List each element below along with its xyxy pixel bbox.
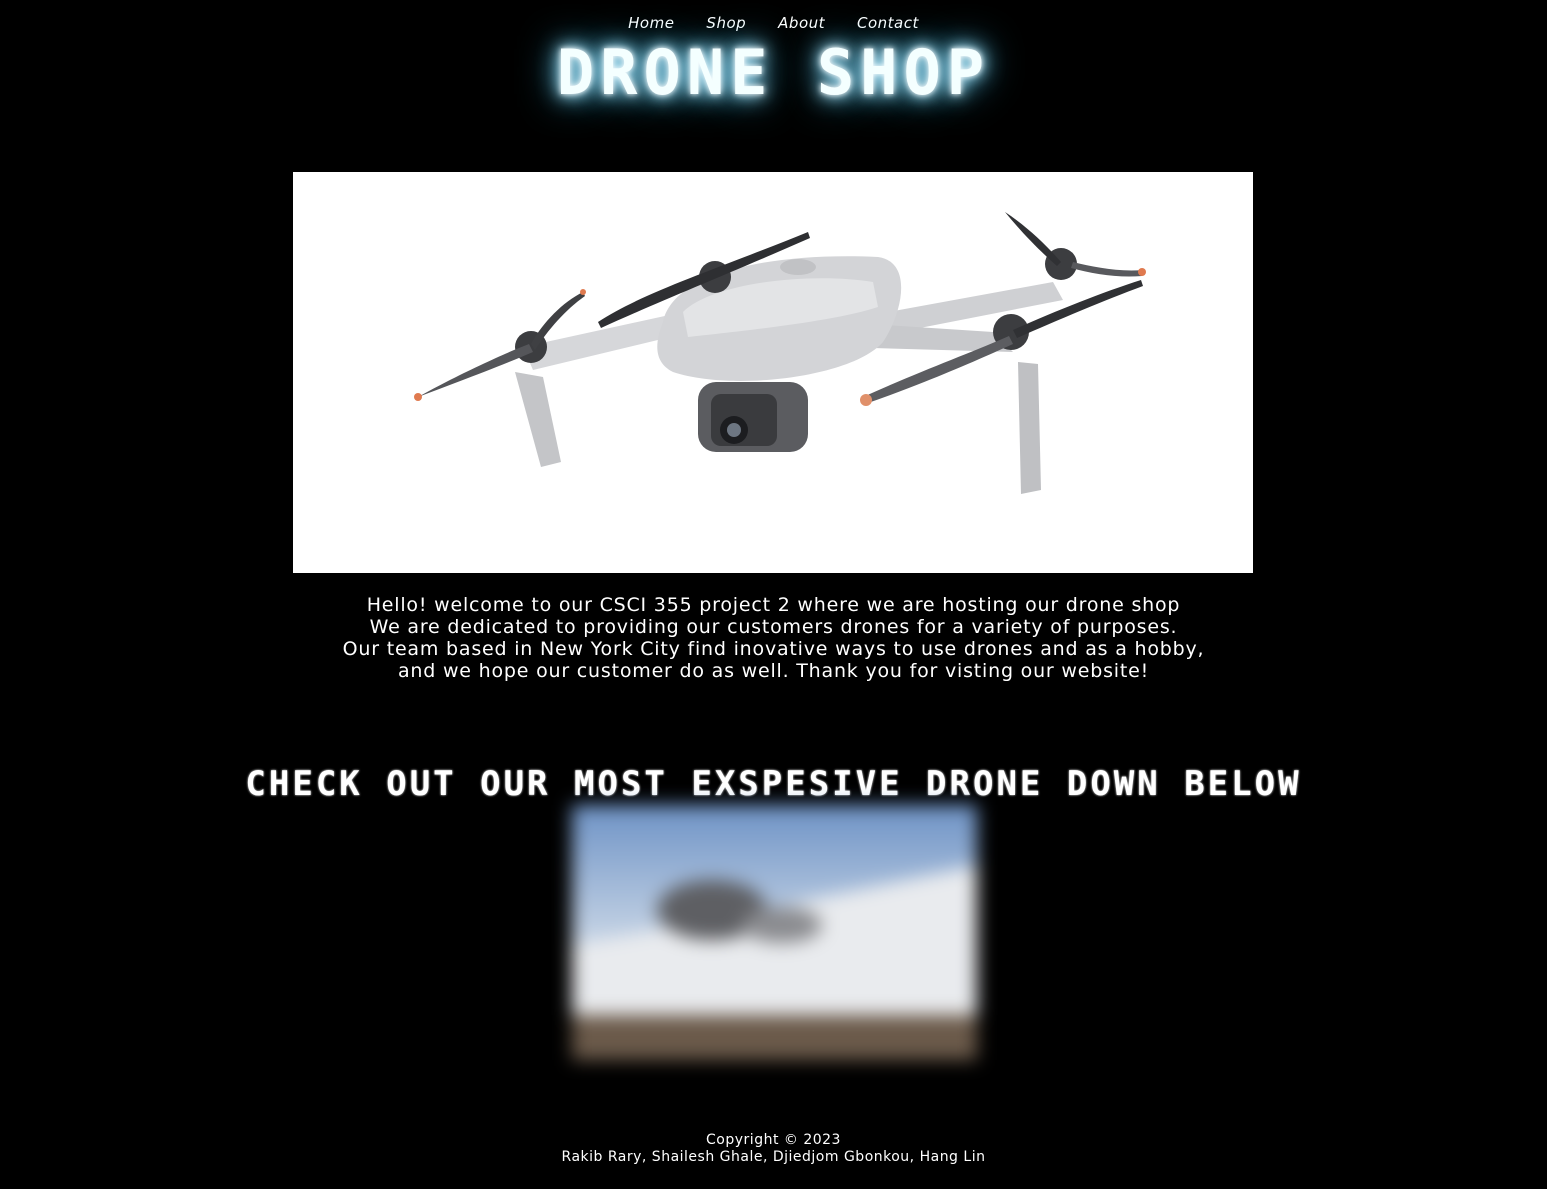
hero-drone-image: AIR xyxy=(293,172,1253,573)
footer-authors: Rakib Rary, Shailesh Ghale, Djiedjom Gbo… xyxy=(561,1149,986,1165)
top-nav: Home Shop About Contact xyxy=(0,14,1547,32)
nav-about-link[interactable]: About xyxy=(778,14,825,32)
footer: Copyright © 2023 Rakib Rary, Shailesh Gh… xyxy=(0,1132,1547,1166)
site-title: DRONE SHOP xyxy=(556,36,991,109)
nav-home-link[interactable]: Home xyxy=(628,14,674,32)
featured-drone-image[interactable] xyxy=(572,805,977,1060)
nav-contact-link[interactable]: Contact xyxy=(857,14,919,32)
intro-line-2: We are dedicated to providing our custom… xyxy=(369,616,1178,638)
air-label: AIR xyxy=(893,352,910,363)
featured-heading: CHECK OUT OUR MOST EXSPESIVE DRONE DOWN … xyxy=(245,764,1302,804)
intro-line-1: Hello! welcome to our CSCI 355 project 2… xyxy=(366,594,1181,616)
page: Home Shop About Contact DRONE SHOP AIR H… xyxy=(0,0,1547,1189)
intro-line-4: and we hope our customer do as well. Tha… xyxy=(397,660,1150,682)
intro-text: Hello! welcome to our CSCI 355 project 2… xyxy=(0,594,1547,682)
nav-shop-link[interactable]: Shop xyxy=(706,14,746,32)
intro-line-3: Our team based in New York City find ino… xyxy=(342,638,1205,660)
footer-copyright: Copyright © 2023 xyxy=(706,1132,841,1148)
